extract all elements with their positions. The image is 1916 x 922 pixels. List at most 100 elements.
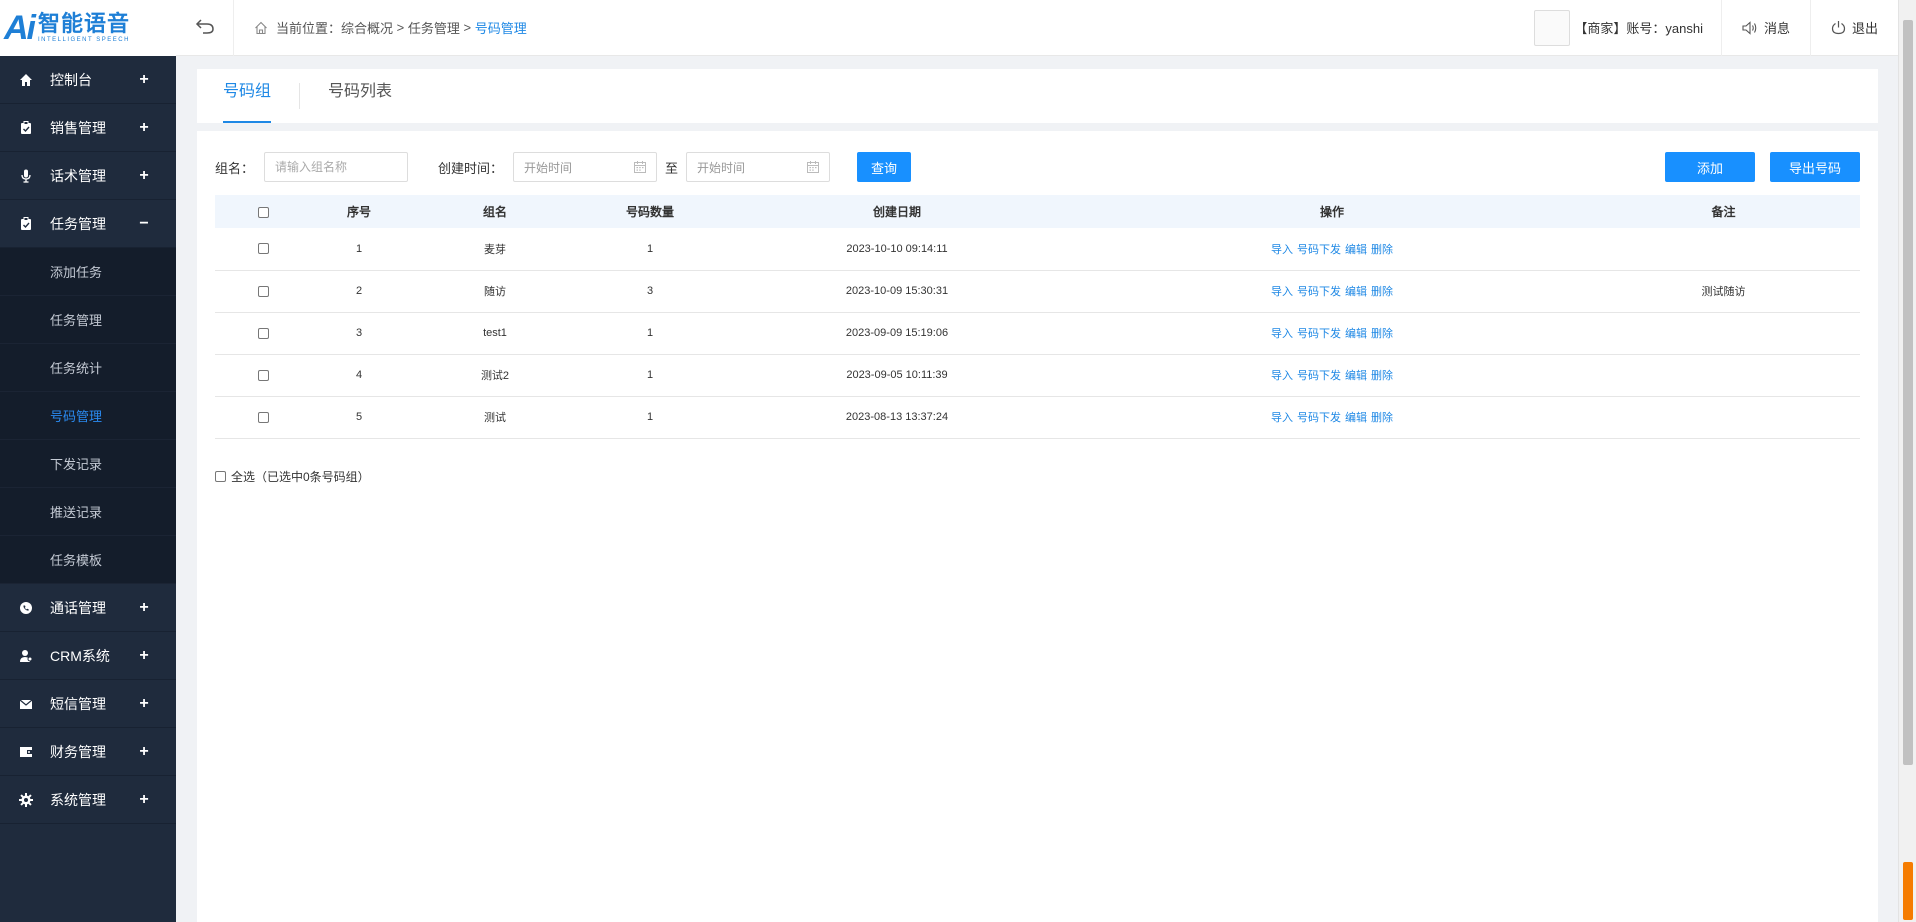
breadcrumb-task-manage[interactable]: 任务管理 bbox=[408, 18, 460, 37]
table-row: 2 随访 3 2023-10-09 15:30:31 导入 号码下发 编辑 删除 测试随访 bbox=[215, 270, 1860, 313]
table-header-row: 序号 组名 号码数量 创建日期 操作 备注 bbox=[215, 195, 1860, 228]
select-all-checkbox[interactable] bbox=[215, 471, 226, 482]
sidebar-item-sms[interactable]: 短信管理 + bbox=[0, 680, 176, 728]
row-checkbox[interactable] bbox=[257, 243, 269, 255]
import-link[interactable]: 导入 bbox=[1271, 370, 1293, 382]
top-header: 当前位置： 综合概况 > 任务管理 > 号码管理 【商家】账号：yanshi 消… bbox=[176, 0, 1898, 56]
table-row: 4 测试2 1 2023-09-05 10:11:39 导入 号码下发 编辑 删除 bbox=[215, 354, 1860, 397]
logo-mark: Ai bbox=[4, 9, 36, 47]
sidebar-subitem-add-task[interactable]: 添加任务 bbox=[0, 248, 176, 296]
row-checkbox[interactable] bbox=[257, 327, 269, 339]
delete-link[interactable]: 删除 bbox=[1371, 412, 1393, 424]
breadcrumb-current: 号码管理 bbox=[474, 21, 527, 36]
sidebar-item-dashboard[interactable]: 控制台 + bbox=[0, 56, 176, 104]
row-actions: 导入 号码下发 编辑 删除 bbox=[1077, 312, 1587, 355]
export-numbers-button[interactable]: 导出号码 bbox=[1770, 152, 1860, 182]
row-group-name: 随访 bbox=[407, 270, 583, 313]
row-select-cell bbox=[215, 228, 311, 271]
sidebar-item-sales[interactable]: 销售管理 + bbox=[0, 104, 176, 152]
delete-link[interactable]: 删除 bbox=[1371, 370, 1393, 382]
table-row: 3 test1 1 2023-09-09 15:19:06 导入 号码下发 编辑 删除 bbox=[215, 312, 1860, 355]
sidebar-item-system[interactable]: 系统管理 + bbox=[0, 776, 176, 824]
edit-link[interactable]: 编辑 bbox=[1345, 244, 1367, 256]
sidebar-item-crm[interactable]: CRM系统 + bbox=[0, 632, 176, 680]
dispatch-numbers-link[interactable]: 号码下发 bbox=[1297, 412, 1341, 424]
dispatch-numbers-link[interactable]: 号码下发 bbox=[1297, 328, 1341, 340]
messages-button[interactable]: 消息 bbox=[1722, 0, 1811, 56]
sidebar-subitem-dispatch-records[interactable]: 下发记录 bbox=[0, 440, 176, 488]
dispatch-numbers-link[interactable]: 号码下发 bbox=[1297, 370, 1341, 382]
expand-icon: + bbox=[139, 598, 149, 616]
row-checkbox[interactable] bbox=[257, 369, 269, 381]
logo-title: 智能语音 bbox=[38, 11, 131, 36]
import-link[interactable]: 导入 bbox=[1271, 244, 1293, 256]
microphone-icon bbox=[18, 168, 34, 184]
query-button[interactable]: 查询 bbox=[857, 152, 912, 182]
row-no: 1 bbox=[311, 228, 407, 271]
start-date-input[interactable]: 开始时间 bbox=[513, 152, 658, 182]
edit-link[interactable]: 编辑 bbox=[1345, 328, 1367, 340]
sidebar-submenu-tasks: 添加任务 任务管理 任务统计 号码管理 下发记录 推送记录 任务模板 bbox=[0, 248, 176, 584]
row-number-count: 1 bbox=[583, 228, 717, 271]
import-link[interactable]: 导入 bbox=[1271, 412, 1293, 424]
to-label: 至 bbox=[665, 160, 679, 176]
sidebar-item-scripts[interactable]: 话术管理 + bbox=[0, 152, 176, 200]
dispatch-numbers-link[interactable]: 号码下发 bbox=[1297, 244, 1341, 256]
tab-number-list[interactable]: 号码列表 bbox=[328, 69, 392, 123]
tabs-bar: 号码组 号码列表 bbox=[197, 69, 1878, 123]
header-checkbox[interactable] bbox=[257, 206, 269, 218]
row-remark bbox=[1587, 228, 1860, 271]
calendar-icon bbox=[634, 161, 647, 173]
delete-link[interactable]: 删除 bbox=[1371, 286, 1393, 298]
breadcrumb: 当前位置： 综合概况 > 任务管理 > 号码管理 bbox=[254, 18, 527, 37]
sidebar-item-calls[interactable]: 通话管理 + bbox=[0, 584, 176, 632]
row-created-date: 2023-10-10 09:14:11 bbox=[717, 228, 1077, 271]
end-date-placeholder: 开始时间 bbox=[697, 160, 746, 175]
add-button[interactable]: 添加 bbox=[1665, 152, 1755, 182]
sidebar-subitem-push-records[interactable]: 推送记录 bbox=[0, 488, 176, 536]
edit-link[interactable]: 编辑 bbox=[1345, 370, 1367, 382]
back-button[interactable] bbox=[176, 0, 234, 56]
dispatch-numbers-link[interactable]: 号码下发 bbox=[1297, 286, 1341, 298]
group-name-input[interactable] bbox=[275, 160, 398, 174]
col-header-remark: 备注 bbox=[1587, 195, 1860, 228]
expand-icon: + bbox=[139, 694, 149, 712]
import-link[interactable]: 导入 bbox=[1271, 286, 1293, 298]
page-scrollbar[interactable] bbox=[1898, 0, 1916, 922]
expand-icon: + bbox=[139, 166, 149, 184]
edit-link[interactable]: 编辑 bbox=[1345, 412, 1367, 424]
sidebar-item-label: 通话管理 bbox=[50, 599, 106, 616]
delete-link[interactable]: 删除 bbox=[1371, 328, 1393, 340]
expand-icon: + bbox=[139, 790, 149, 808]
avatar bbox=[1534, 9, 1571, 46]
sidebar-subitem-task-stats[interactable]: 任务统计 bbox=[0, 344, 176, 392]
undo-icon bbox=[195, 17, 215, 38]
edit-link[interactable]: 编辑 bbox=[1345, 286, 1367, 298]
sidebar-item-tasks[interactable]: 任务管理 − bbox=[0, 200, 176, 248]
col-header-actions: 操作 bbox=[1077, 195, 1587, 228]
row-checkbox[interactable] bbox=[257, 411, 269, 423]
sidebar-item-finance[interactable]: 财务管理 + bbox=[0, 728, 176, 776]
select-all-bar: 全选（已选中0条号码组） bbox=[215, 468, 370, 485]
expand-icon: + bbox=[139, 118, 149, 136]
col-header-created: 创建日期 bbox=[717, 195, 1077, 228]
calendar-icon bbox=[807, 161, 820, 173]
logout-button[interactable]: 退出 bbox=[1811, 0, 1898, 56]
breadcrumb-separator: > bbox=[459, 20, 475, 35]
row-checkbox[interactable] bbox=[257, 285, 269, 297]
sidebar-subitem-task-templates[interactable]: 任务模板 bbox=[0, 536, 176, 584]
sidebar-subitem-number-manage[interactable]: 号码管理 bbox=[0, 392, 176, 440]
delete-link[interactable]: 删除 bbox=[1371, 244, 1393, 256]
import-link[interactable]: 导入 bbox=[1271, 328, 1293, 340]
row-actions: 导入 号码下发 编辑 删除 bbox=[1077, 354, 1587, 397]
row-remark: 测试随访 bbox=[1587, 270, 1860, 313]
speaker-icon bbox=[1742, 20, 1757, 35]
user-account[interactable]: 【商家】账号：yanshi bbox=[1522, 0, 1722, 56]
tab-number-groups[interactable]: 号码组 bbox=[223, 69, 272, 123]
row-number-count: 1 bbox=[583, 312, 717, 355]
sidebar-subitem-task-manage[interactable]: 任务管理 bbox=[0, 296, 176, 344]
clipboard-icon bbox=[18, 216, 34, 232]
scrollbar-thumb[interactable] bbox=[1903, 20, 1913, 765]
breadcrumb-overview[interactable]: 综合概况 bbox=[341, 18, 393, 37]
end-date-input[interactable]: 开始时间 bbox=[686, 152, 831, 182]
